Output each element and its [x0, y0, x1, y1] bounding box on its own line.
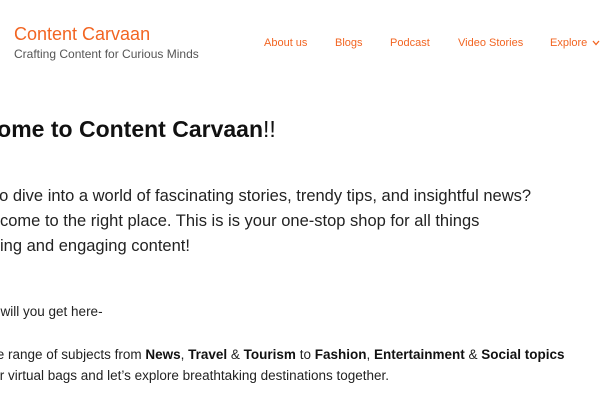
- subjects-paragraph: erse range of subjects from News, Travel…: [0, 344, 565, 386]
- topic-fashion: Fashion: [314, 347, 367, 362]
- subjects-line-1: erse range of subjects from News, Travel…: [0, 344, 565, 365]
- topic-news: News: [145, 347, 181, 362]
- separator: &: [464, 347, 482, 362]
- chevron-down-icon[interactable]: [592, 36, 600, 50]
- separator: ,: [180, 347, 189, 362]
- nav-item-video-stories[interactable]: Video Stories: [458, 36, 523, 50]
- intro-line: esting and engaging content!: [0, 237, 190, 255]
- subjects-prefix: erse range of subjects from: [0, 347, 142, 362]
- nav-item-podcast[interactable]: Podcast: [390, 36, 430, 50]
- intro-paragraph: ly to dive into a world of fascinating s…: [0, 184, 531, 259]
- nav-item-explore[interactable]: Explore: [550, 36, 600, 50]
- separator: ,: [366, 347, 374, 362]
- page-heading-exclamation: !!: [263, 116, 276, 142]
- separator: to: [295, 347, 315, 362]
- topic-social: Social topics: [481, 347, 565, 362]
- what-you-get-subhead: hat will you get here-: [0, 304, 103, 319]
- intro-line: ly to dive into a world of fascinating s…: [0, 187, 532, 205]
- nav-item-explore-label: Explore: [550, 37, 588, 49]
- main-nav: About us Blogs Podcast Video Stories Exp…: [0, 36, 600, 50]
- nav-item-blogs[interactable]: Blogs: [335, 36, 363, 50]
- nav-item-about-us[interactable]: About us: [264, 36, 307, 50]
- intro-line: ve come to the right place. This is is y…: [0, 212, 480, 230]
- separator: &: [227, 347, 244, 362]
- site-header: Content Carvaan Crafting Content for Cur…: [0, 0, 600, 80]
- subjects-line-2: your virtual bags and let’s explore brea…: [0, 368, 390, 383]
- page: Content Carvaan Crafting Content for Cur…: [0, 0, 600, 400]
- page-heading-text: lcome to Content Carvaan: [0, 116, 263, 142]
- topic-entertainment: Entertainment: [373, 347, 465, 362]
- topic-tourism: Tourism: [243, 347, 296, 362]
- topic-travel: Travel: [188, 347, 228, 362]
- page-heading: lcome to Content Carvaan!!: [0, 115, 276, 143]
